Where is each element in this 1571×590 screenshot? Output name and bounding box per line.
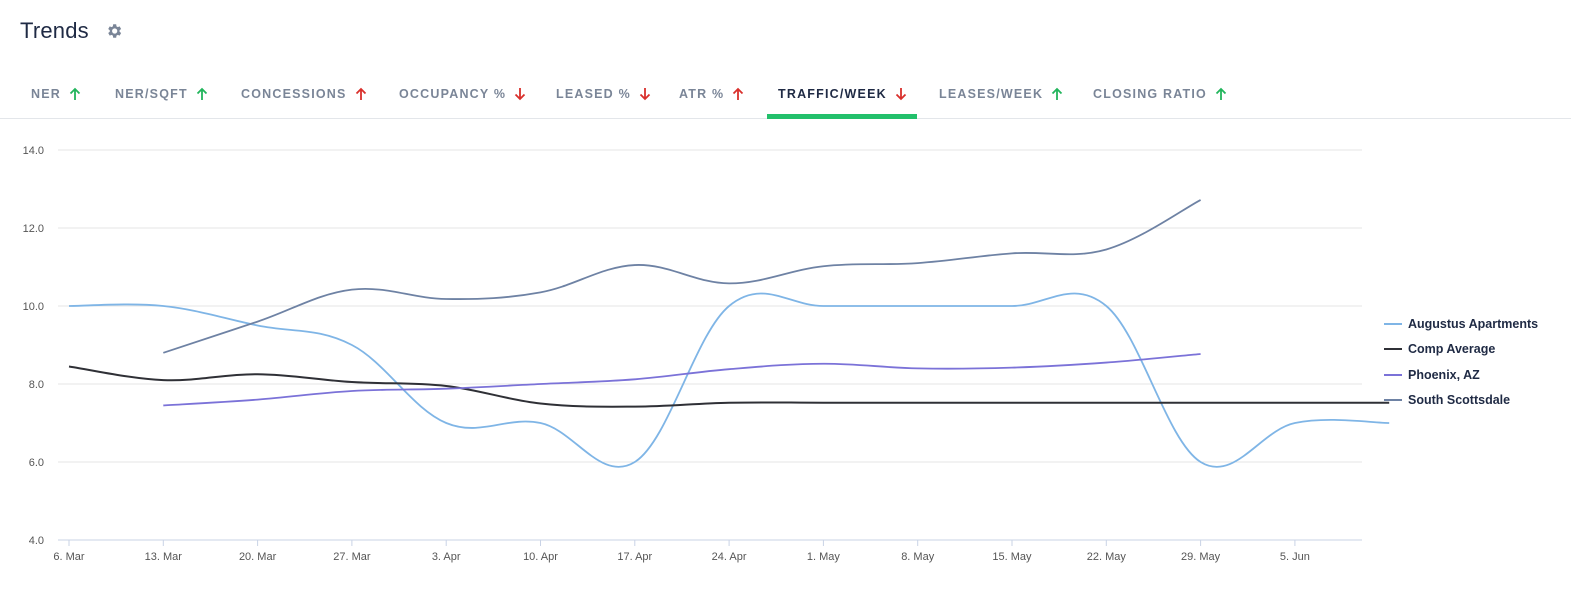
x-tick-label: 20. Mar — [239, 551, 277, 563]
tab-label: LEASED % — [556, 87, 631, 101]
x-tick-label: 3. Apr — [432, 551, 461, 563]
tab-label: ATR % — [679, 87, 725, 101]
page-title: Trends — [20, 18, 89, 43]
tab-occupancy[interactable]: OCCUPANCY % — [388, 70, 537, 118]
series-line-augustus-apartments — [68, 292, 1390, 468]
tab-label: NER/SQFT — [115, 87, 188, 101]
arrow-up-icon — [69, 87, 81, 101]
legend-item-phoenix[interactable]: Phoenix, AZ — [1384, 362, 1538, 388]
legend-item-augustus[interactable]: Augustus Apartments — [1384, 311, 1538, 337]
x-tick-label: 10. Apr — [523, 551, 558, 563]
arrow-up-icon — [1215, 87, 1227, 101]
x-tick-label: 29. May — [1181, 551, 1221, 563]
tab-concessions[interactable]: CONCESSIONS — [230, 70, 378, 118]
x-tick-label: 13. Mar — [145, 551, 183, 563]
tab-label: OCCUPANCY % — [399, 87, 507, 101]
tab-leases-week[interactable]: LEASES/WEEK — [928, 70, 1074, 118]
tab-label: LEASES/WEEK — [939, 87, 1044, 101]
tab-label: TRAFFIC/WEEK — [778, 87, 887, 101]
y-tick-label: 6.0 — [29, 457, 44, 469]
gear-icon[interactable] — [105, 22, 123, 40]
y-tick-label: 14.0 — [23, 145, 44, 157]
header: Trends — [20, 18, 123, 44]
y-tick-label: 4.0 — [29, 535, 44, 547]
arrow-down-icon — [639, 87, 651, 101]
series-line-south-scottsdale — [163, 199, 1202, 354]
x-tick-label: 5. Jun — [1280, 551, 1310, 563]
tab-closing-ratio[interactable]: CLOSING RATIO — [1082, 70, 1238, 118]
legend-label: South Scottsdale — [1408, 393, 1511, 408]
metric-tabs: NER NER/SQFT CONCESSIONS OCCUPANCY % LEA… — [0, 70, 1571, 119]
legend-label: Phoenix, AZ — [1408, 367, 1480, 382]
tab-ner-sqft[interactable]: NER/SQFT — [104, 70, 219, 118]
arrow-down-icon — [895, 87, 907, 101]
tab-label: CONCESSIONS — [241, 87, 347, 101]
x-tick-label: 24. Apr — [712, 551, 747, 563]
legend-swatch — [1384, 322, 1402, 325]
arrow-up-icon — [355, 87, 367, 101]
x-tick-label: 22. May — [1087, 551, 1127, 563]
x-tick-label: 6. Mar — [53, 551, 85, 563]
legend-swatch — [1384, 348, 1402, 351]
arrow-up-icon — [1051, 87, 1063, 101]
x-tick-label: 1. May — [807, 551, 841, 563]
tab-ner[interactable]: NER — [20, 70, 92, 118]
y-tick-label: 12.0 — [23, 223, 44, 235]
tab-label: CLOSING RATIO — [1093, 87, 1207, 101]
legend-item-south-scottsdale[interactable]: South Scottsdale — [1384, 388, 1538, 414]
x-tick-label: 15. May — [992, 551, 1032, 563]
x-tick-label: 8. May — [901, 551, 935, 563]
y-tick-label: 10.0 — [23, 301, 44, 313]
legend-item-comp-average[interactable]: Comp Average — [1384, 337, 1538, 363]
series-line-comp-average — [68, 365, 1390, 408]
traffic-week-chart: 4.0 6.0 8.0 10.0 12.0 14.0 6. Mar 13. Mar 20. Ma… — [23, 145, 1390, 563]
tab-label: NER — [31, 87, 61, 101]
tab-traffic-week[interactable]: TRAFFIC/WEEK — [767, 70, 917, 119]
chart-legend: Augustus Apartments Comp Average Phoenix… — [1384, 311, 1538, 413]
legend-label: Comp Average — [1408, 342, 1496, 357]
legend-swatch — [1384, 373, 1402, 376]
arrow-down-icon — [514, 87, 526, 101]
x-tick-label: 17. Apr — [617, 551, 652, 563]
arrow-up-icon — [196, 87, 208, 101]
tab-leased[interactable]: LEASED % — [545, 70, 662, 118]
arrow-up-icon — [732, 87, 744, 101]
y-tick-label: 8.0 — [29, 379, 44, 391]
legend-label: Augustus Apartments — [1408, 316, 1539, 331]
tab-atr[interactable]: ATR % — [668, 70, 755, 118]
legend-swatch — [1384, 399, 1402, 402]
x-tick-label: 27. Mar — [333, 551, 371, 563]
